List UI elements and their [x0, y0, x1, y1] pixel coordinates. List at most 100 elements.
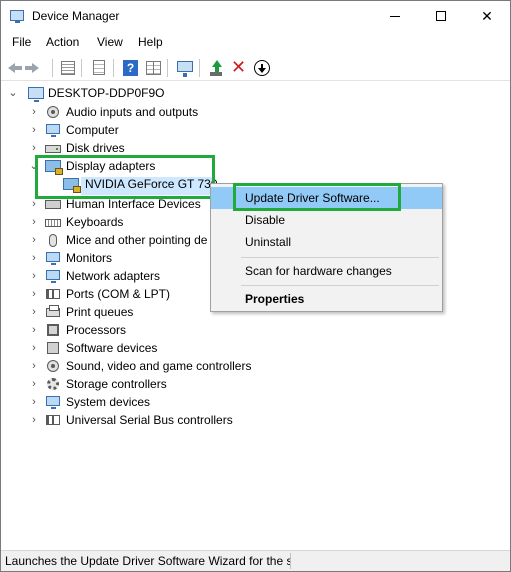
help-icon: ?	[123, 60, 138, 76]
collapse-chevron-icon[interactable]: ⌄	[8, 84, 18, 102]
close-button[interactable]: ✕	[464, 1, 510, 32]
menu-action[interactable]: Action	[46, 35, 79, 49]
monitor-icon	[45, 251, 61, 265]
tree-root-label: DESKTOP-DDP0F9O	[48, 86, 165, 100]
sound-icon	[45, 359, 61, 373]
tree-item-sound[interactable]: › Sound, video and game controllers	[1, 357, 301, 375]
tree-item-label: Monitors	[66, 251, 113, 265]
printer-icon	[45, 305, 61, 319]
device-manager-window: Device Manager ✕ File Action View Help ?…	[0, 0, 511, 572]
close-icon: ✕	[481, 8, 493, 24]
menu-separator	[241, 257, 439, 258]
menu-item-uninstall[interactable]: Uninstall	[211, 231, 442, 253]
expand-chevron-icon[interactable]: ›	[29, 303, 39, 321]
help-button[interactable]: ?	[120, 58, 140, 78]
tree-item-label: Sound, video and game controllers	[66, 359, 252, 373]
menu-file[interactable]: File	[12, 35, 31, 49]
minimize-button[interactable]	[372, 1, 418, 32]
menu-separator	[241, 285, 439, 286]
status-separator	[290, 553, 291, 569]
tree-item-label: Storage controllers	[66, 377, 167, 391]
keyboard-icon	[45, 215, 61, 229]
title-bar: Device Manager ✕	[1, 1, 510, 32]
maximize-icon	[436, 11, 446, 21]
toolbar-separator	[113, 59, 114, 77]
tree-item-label: Mice and other pointing de	[66, 233, 208, 247]
properties-icon	[61, 61, 75, 75]
tree-item-label: Universal Serial Bus controllers	[66, 413, 233, 427]
expand-chevron-icon[interactable]: ›	[29, 103, 39, 121]
view-button[interactable]	[143, 58, 163, 78]
toolbar-separator	[167, 59, 168, 77]
display-adapters-highlight-box	[35, 155, 215, 199]
expand-chevron-icon[interactable]: ›	[29, 321, 39, 339]
update-driver-highlight-box	[233, 183, 401, 211]
mouse-icon	[45, 233, 61, 247]
computer-root-icon	[28, 86, 44, 102]
computer-icon	[45, 123, 61, 137]
expand-chevron-icon[interactable]: ›	[29, 231, 39, 249]
software-device-icon	[45, 341, 61, 355]
audio-icon	[45, 105, 61, 119]
expand-chevron-icon[interactable]: ›	[29, 267, 39, 285]
processor-icon	[45, 323, 61, 337]
tree-item-storage[interactable]: › Storage controllers	[1, 375, 301, 393]
expand-chevron-icon[interactable]: ›	[29, 339, 39, 357]
download-button[interactable]	[252, 58, 272, 78]
expand-chevron-icon[interactable]: ›	[29, 375, 39, 393]
expand-chevron-icon[interactable]: ›	[29, 213, 39, 231]
minimize-icon	[390, 16, 400, 17]
update-driver-button[interactable]	[206, 58, 226, 78]
tree-item-label: System devices	[66, 395, 151, 409]
view-grid-icon	[146, 61, 161, 75]
window-title: Device Manager	[32, 9, 120, 23]
scan-monitor-icon	[177, 61, 193, 77]
expand-chevron-icon[interactable]: ›	[29, 285, 39, 303]
menu-bar: File Action View Help	[1, 32, 510, 53]
scan-hardware-button[interactable]	[175, 58, 195, 78]
status-bar: Launches the Update Driver Software Wiza…	[1, 550, 510, 571]
status-text: Launches the Update Driver Software Wiza…	[5, 554, 290, 568]
usb-icon	[45, 413, 61, 427]
tree-root[interactable]: ⌄ DESKTOP-DDP0F9O	[1, 84, 301, 102]
tree-item-usb[interactable]: › Universal Serial Bus controllers	[1, 411, 301, 429]
forward-button[interactable]	[25, 58, 48, 78]
toolbar: ? ✕	[1, 55, 510, 81]
device-manager-app-icon	[10, 10, 24, 23]
storage-icon	[45, 377, 61, 391]
forward-icon	[25, 63, 39, 73]
back-button[interactable]	[6, 58, 26, 78]
expand-chevron-icon[interactable]: ›	[29, 393, 39, 411]
tree-item-processors[interactable]: › Processors	[1, 321, 301, 339]
expand-chevron-icon[interactable]: ›	[29, 121, 39, 139]
expand-chevron-icon[interactable]: ›	[29, 249, 39, 267]
menu-item-scan-hardware[interactable]: Scan for hardware changes	[211, 260, 442, 282]
toolbar-separator	[199, 59, 200, 77]
tree-item-software-devices[interactable]: › Software devices	[1, 339, 301, 357]
tree-item-label: Software devices	[66, 341, 158, 355]
tree-item-label: Computer	[66, 123, 119, 137]
tree-item-audio[interactable]: › Audio inputs and outputs	[1, 103, 301, 121]
properties-button[interactable]	[89, 58, 109, 78]
expand-chevron-icon[interactable]: ›	[29, 411, 39, 429]
back-icon	[8, 63, 22, 73]
menu-item-properties[interactable]: Properties	[211, 288, 442, 310]
tree-item-computer[interactable]: › Computer	[1, 121, 301, 139]
menu-view[interactable]: View	[97, 35, 123, 49]
expand-chevron-icon[interactable]: ›	[29, 357, 39, 375]
uninstall-button[interactable]: ✕	[229, 57, 249, 78]
port-icon	[45, 287, 61, 301]
menu-item-disable[interactable]: Disable	[211, 209, 442, 231]
network-icon	[45, 269, 61, 283]
toolbar-separator	[52, 59, 53, 77]
maximize-button[interactable]	[418, 1, 464, 32]
tree-item-label: Keyboards	[66, 215, 124, 229]
tree-item-label: Audio inputs and outputs	[66, 105, 199, 119]
menu-help[interactable]: Help	[138, 35, 163, 49]
disk-drive-icon	[45, 141, 61, 155]
tree-item-label: Print queues	[66, 305, 134, 319]
tree-item-system-devices[interactable]: › System devices	[1, 393, 301, 411]
document-icon	[93, 60, 105, 75]
toolbar-separator	[81, 59, 82, 77]
show-hide-console-tree-button[interactable]	[58, 58, 78, 78]
